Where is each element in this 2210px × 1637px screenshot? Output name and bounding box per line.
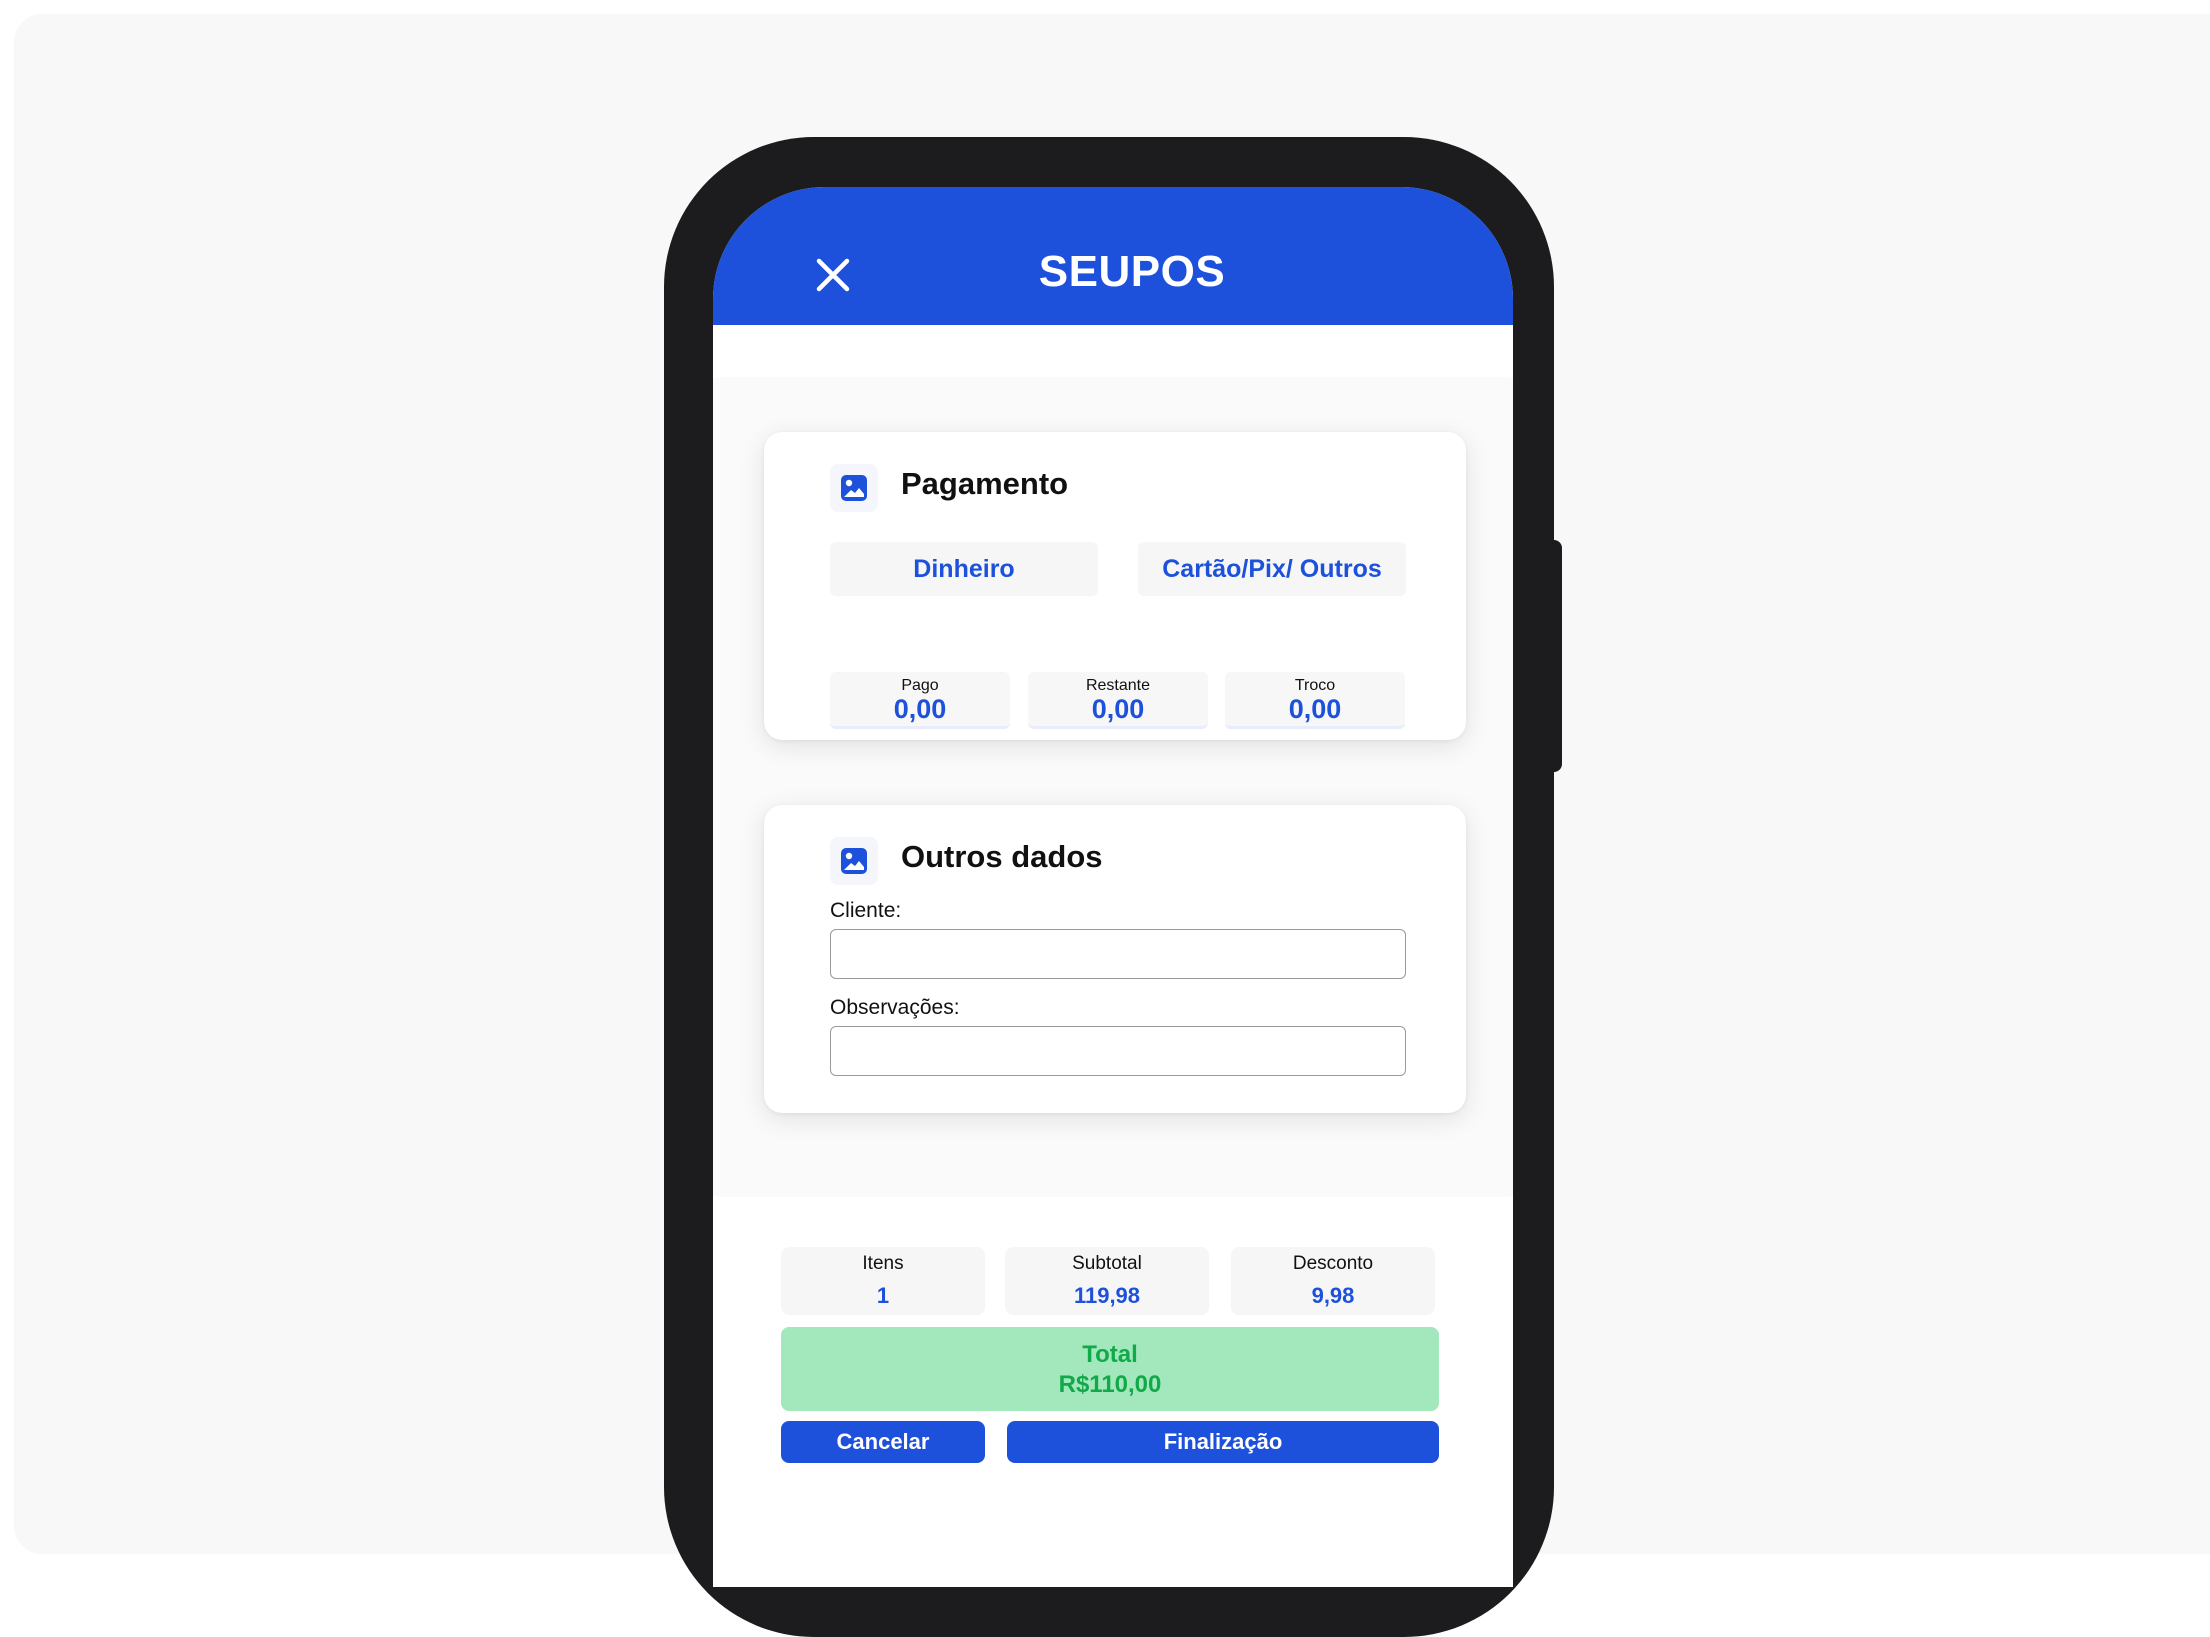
items-value: 1 bbox=[876, 1283, 890, 1308]
total-label: Total bbox=[1082, 1341, 1138, 1368]
payment-method-card-pix-button[interactable]: Cartão/Pix/ Outros bbox=[1138, 542, 1406, 596]
other-data-title: Outros dados bbox=[901, 839, 1103, 874]
discount-label: Desconto bbox=[1292, 1253, 1374, 1274]
image-icon bbox=[830, 464, 878, 512]
notes-input[interactable] bbox=[830, 1026, 1406, 1076]
notes-label: Observações: bbox=[830, 996, 960, 1019]
payment-title: Pagamento bbox=[901, 466, 1069, 501]
payment-method-cash-button[interactable]: Dinheiro bbox=[830, 542, 1098, 596]
payment-card: Pagamento Dinheiro Cartão/Pix/ Outros Pa… bbox=[764, 432, 1466, 740]
discount-value: 9,98 bbox=[1311, 1283, 1355, 1308]
phone-side-button bbox=[1548, 540, 1562, 772]
cancel-button[interactable]: Cancelar bbox=[781, 1421, 985, 1463]
paid-stat: Pago 0,00 bbox=[830, 672, 1010, 729]
app-title: SEUPOS bbox=[1038, 247, 1226, 296]
total-panel: Total R$110,00 bbox=[781, 1327, 1439, 1411]
app-header: SEUPOS bbox=[713, 187, 1513, 325]
other-data-card: Outros dados Cliente: Observações: bbox=[764, 805, 1466, 1113]
paid-label: Pago bbox=[901, 677, 939, 694]
change-label: Troco bbox=[1294, 677, 1336, 694]
items-summary: Itens 1 bbox=[781, 1247, 985, 1315]
phone-screen: SEUPOS Pagamento Dinheiro Cartão/Pix/ Ou… bbox=[713, 187, 1513, 1587]
image-icon bbox=[830, 837, 878, 885]
subtotal-summary: Subtotal 119,98 bbox=[1005, 1247, 1209, 1315]
paid-value: 0,00 bbox=[893, 694, 947, 724]
change-value: 0,00 bbox=[1288, 694, 1342, 724]
remaining-stat: Restante 0,00 bbox=[1028, 672, 1208, 729]
client-input[interactable] bbox=[830, 929, 1406, 979]
remaining-value: 0,00 bbox=[1091, 694, 1145, 724]
client-label: Cliente: bbox=[830, 899, 902, 922]
subtotal-label: Subtotal bbox=[1072, 1253, 1142, 1274]
subtotal-value: 119,98 bbox=[1073, 1283, 1141, 1308]
remaining-label: Restante bbox=[1085, 677, 1151, 694]
total-value: R$110,00 bbox=[1058, 1371, 1162, 1398]
finish-button[interactable]: Finalização bbox=[1007, 1421, 1439, 1463]
items-label: Itens bbox=[862, 1253, 904, 1274]
discount-summary: Desconto 9,98 bbox=[1231, 1247, 1435, 1315]
change-stat: Troco 0,00 bbox=[1225, 672, 1405, 729]
